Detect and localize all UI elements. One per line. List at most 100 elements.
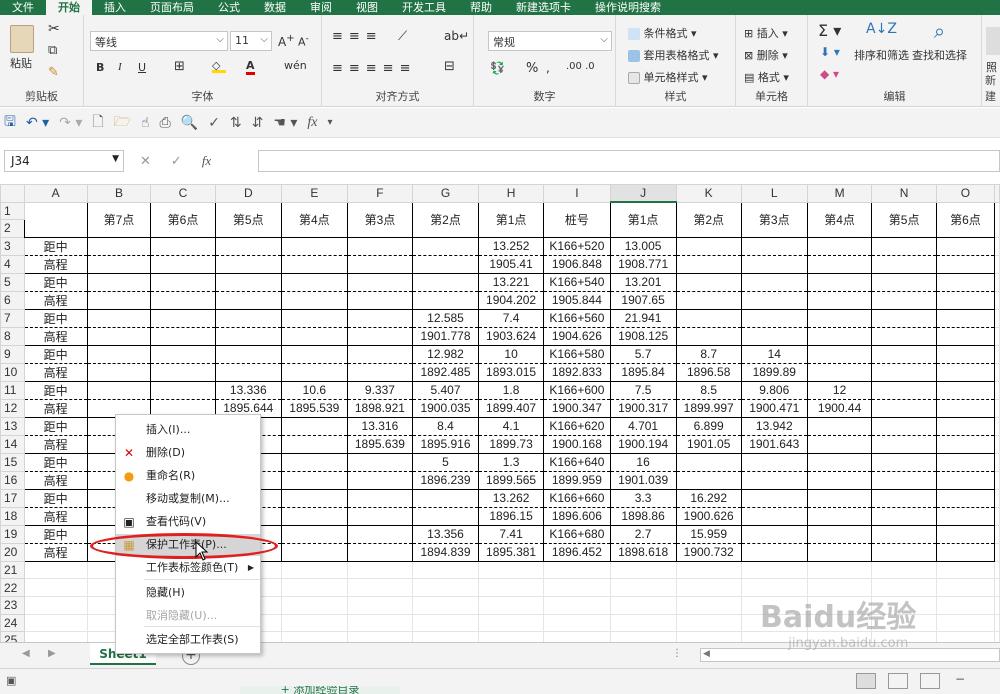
cell[interactable]: 1895.381	[478, 543, 545, 562]
percent-button[interactable]: %	[526, 61, 538, 76]
cell[interactable]	[935, 273, 996, 292]
cell[interactable]	[280, 417, 348, 436]
copy-icon[interactable]: ⧉	[48, 43, 57, 58]
autosum-icon[interactable]: Σ ▾	[818, 21, 841, 40]
cell[interactable]	[346, 309, 413, 328]
cell[interactable]	[994, 453, 1000, 472]
merge-center-icon[interactable]: ⊟	[444, 59, 455, 74]
cell[interactable]: 1892.485	[411, 363, 480, 382]
cell[interactable]: 10.6	[280, 381, 348, 400]
table-header-cell[interactable]: 第7点	[86, 201, 152, 238]
cell[interactable]	[150, 327, 216, 346]
cell[interactable]: 高程	[23, 435, 88, 454]
fill-icon[interactable]: ⬇ ▾	[820, 45, 840, 59]
ribbon-tab[interactable]: 开发工具	[390, 0, 458, 15]
cell[interactable]	[871, 309, 937, 328]
cell[interactable]	[346, 363, 413, 382]
context-menu-item[interactable]: 工作表标签颜色(T) ▶	[116, 557, 260, 579]
cell[interactable]	[214, 363, 282, 382]
cell[interactable]	[411, 507, 480, 526]
cell[interactable]	[741, 561, 808, 580]
page-break-view-icon[interactable]	[920, 673, 940, 689]
column-header[interactable]: G	[411, 184, 480, 203]
cell[interactable]: 13.316	[346, 417, 413, 436]
cell[interactable]: 1903.624	[478, 327, 545, 346]
table-header-cell[interactable]	[23, 201, 88, 238]
cell[interactable]	[150, 237, 216, 256]
cell[interactable]	[280, 327, 348, 346]
cell[interactable]	[675, 255, 742, 274]
table-header-cell[interactable]: 第2点	[675, 201, 742, 238]
cell[interactable]	[871, 327, 937, 346]
ribbon-tab[interactable]: 新建选项卡	[504, 0, 583, 15]
fill-color-icon[interactable]: ◇	[212, 59, 226, 73]
cell[interactable]	[806, 309, 873, 328]
cell[interactable]: 高程	[23, 291, 88, 310]
cell[interactable]	[150, 345, 216, 364]
cell[interactable]	[806, 489, 873, 508]
cell[interactable]: 距中	[23, 417, 88, 436]
cell[interactable]: K166+540	[543, 273, 611, 292]
cell[interactable]	[676, 578, 742, 597]
cell[interactable]: 1899.407	[478, 399, 545, 418]
prev-sheet-icon[interactable]: ◀	[22, 648, 30, 659]
row-header[interactable]: 11	[0, 380, 25, 400]
cell[interactable]: 1900.471	[740, 399, 808, 418]
clear-icon[interactable]: ◆ ▾	[820, 67, 839, 81]
cell[interactable]: 1908.125	[609, 327, 677, 346]
cell[interactable]	[543, 561, 611, 580]
fx-icon[interactable]: fx	[307, 115, 317, 131]
font-size-combo[interactable]: 11 ⌵	[230, 31, 272, 51]
cell[interactable]	[740, 525, 808, 544]
cell[interactable]	[740, 489, 808, 508]
cell[interactable]: 1899.959	[543, 471, 611, 490]
cell[interactable]: 距中	[23, 309, 88, 328]
cell[interactable]	[935, 525, 996, 544]
cell[interactable]	[478, 596, 545, 615]
cell[interactable]	[994, 435, 1000, 454]
column-header[interactable]: H	[478, 184, 545, 203]
cell[interactable]	[994, 471, 1000, 490]
cell[interactable]: 距中	[23, 525, 88, 544]
cell[interactable]	[610, 614, 677, 633]
cell[interactable]	[478, 561, 545, 580]
cell[interactable]	[806, 435, 873, 454]
cell[interactable]	[86, 237, 152, 256]
cell[interactable]	[412, 561, 480, 580]
zoom-out-icon[interactable]: −	[955, 672, 965, 686]
cell[interactable]	[871, 453, 937, 472]
cell[interactable]	[740, 453, 808, 472]
cancel-icon[interactable]: ✕	[140, 154, 151, 169]
cell[interactable]	[871, 507, 937, 526]
cell[interactable]	[281, 631, 348, 642]
cell[interactable]: 3.3	[609, 489, 677, 508]
undo-icon[interactable]: ↶ ▾	[26, 115, 49, 131]
cell[interactable]	[214, 237, 282, 256]
cell[interactable]	[214, 309, 282, 328]
cell[interactable]	[412, 596, 480, 615]
cell[interactable]	[280, 291, 348, 310]
cell[interactable]: 1896.15	[478, 507, 545, 526]
currency-icon[interactable]: 💱	[490, 61, 505, 75]
next-sheet-icon[interactable]: ▶	[48, 648, 56, 659]
row-header[interactable]: 21	[0, 560, 25, 580]
cell[interactable]	[150, 255, 216, 274]
cell[interactable]	[281, 614, 348, 633]
cell[interactable]: 1895.639	[346, 435, 413, 454]
cell[interactable]	[280, 489, 348, 508]
cell[interactable]	[150, 309, 216, 328]
cell[interactable]: 10	[478, 345, 545, 364]
cell[interactable]	[935, 255, 996, 274]
column-header[interactable]: C	[150, 184, 216, 203]
print-preview-icon[interactable]: 🔍	[181, 115, 198, 131]
cell[interactable]: 9.337	[346, 381, 413, 400]
cell[interactable]	[740, 309, 808, 328]
cell[interactable]: 距中	[23, 273, 88, 292]
cell[interactable]	[675, 453, 742, 472]
column-header[interactable]: M	[806, 184, 873, 203]
cell[interactable]: 1901.05	[675, 435, 742, 454]
row-header[interactable]: 23	[0, 595, 25, 615]
cell[interactable]: 9.806	[740, 381, 808, 400]
cell[interactable]	[676, 631, 742, 642]
cell[interactable]	[543, 596, 611, 615]
